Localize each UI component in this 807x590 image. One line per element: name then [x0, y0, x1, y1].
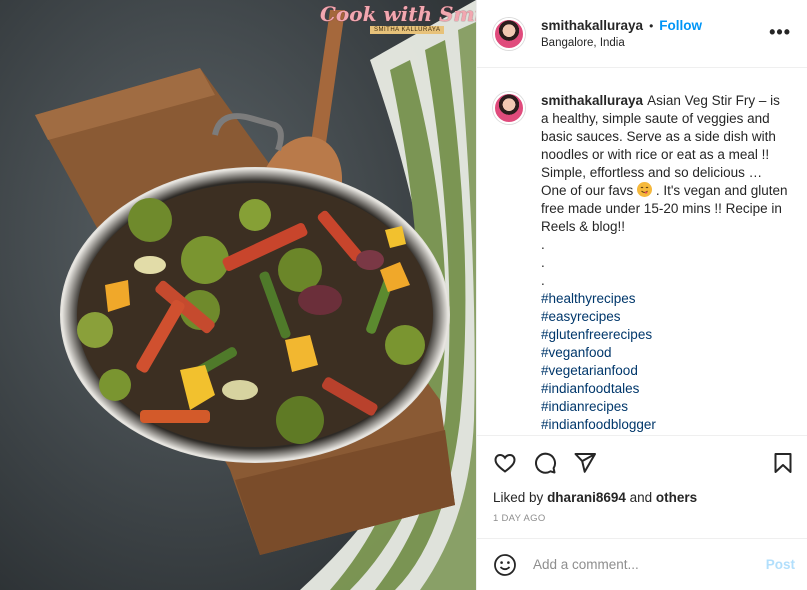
hashtag-list: #healthyrecipes #easyrecipes #glutenfreere…: [541, 290, 791, 435]
logo-subtitle: SMITHA KALLURAYA: [370, 26, 445, 34]
caption-body: smithakalluraya Asian Veg Stir Fry – is a…: [541, 92, 791, 435]
post-header: smithakalluraya • Follow Bangalore, Indi…: [477, 0, 807, 68]
liked-by-prefix: Liked by: [493, 490, 544, 505]
post-viewer: Cook with Smile SMITHA KALLURAYA smithak…: [0, 0, 807, 590]
logo-title: Cook with Smile: [320, 2, 476, 26]
caption: smithakalluraya Asian Veg Stir Fry – is a…: [493, 92, 791, 435]
and-label: and: [629, 490, 653, 505]
liked-by-user-link[interactable]: dharani8694: [547, 490, 626, 505]
caption-text-part2: . It's vegan and gluten free made under …: [541, 183, 788, 288]
post-comment-button[interactable]: Post: [766, 557, 795, 572]
username-link[interactable]: smithakalluraya: [541, 18, 643, 33]
comment-input[interactable]: [533, 557, 766, 572]
hashtag-link[interactable]: #indianrecipes: [541, 398, 791, 416]
bookmark-icon[interactable]: [771, 451, 795, 475]
hashtag-link[interactable]: #vegetarianfood: [541, 362, 791, 380]
post-sidebar: smithakalluraya • Follow Bangalore, Indi…: [476, 0, 807, 590]
caption-area: smithakalluraya Asian Veg Stir Fry – is a…: [477, 68, 807, 436]
smiley-icon[interactable]: [493, 553, 517, 577]
hashtag-link[interactable]: #indianfoodtales: [541, 380, 791, 398]
post-image[interactable]: Cook with Smile SMITHA KALLURAYA: [0, 0, 476, 590]
yum-emoji-icon: [637, 182, 653, 197]
avatar[interactable]: [493, 17, 525, 50]
caption-username[interactable]: smithakalluraya: [541, 93, 643, 108]
likes-line: Liked by dharani8694 and others: [477, 490, 807, 505]
hashtag-link[interactable]: #healthyrecipes: [541, 290, 791, 308]
separator-dot: •: [649, 18, 654, 33]
heart-icon[interactable]: [493, 451, 517, 475]
comment-box: Post: [477, 538, 807, 590]
header-text: smithakalluraya • Follow Bangalore, Indi…: [541, 18, 702, 49]
others-link[interactable]: others: [656, 490, 697, 505]
post-timestamp[interactable]: 1 DAY AGO: [477, 505, 807, 524]
follow-button[interactable]: Follow: [659, 18, 702, 33]
watermark-logo: Cook with Smile SMITHA KALLURAYA: [320, 2, 476, 36]
more-icon[interactable]: •••: [769, 22, 791, 43]
hashtag-link[interactable]: #veganfood: [541, 344, 791, 362]
hashtag-link[interactable]: #glutenfreerecipes: [541, 326, 791, 344]
hashtag-link[interactable]: #indianfoodblogger: [541, 416, 791, 434]
location-link[interactable]: Bangalore, India: [541, 37, 702, 49]
hashtag-link[interactable]: #easyrecipes: [541, 308, 791, 326]
food-photo-illustration: [0, 0, 476, 590]
share-icon[interactable]: [573, 451, 597, 475]
comment-icon[interactable]: [533, 451, 557, 475]
caption-avatar[interactable]: [493, 92, 525, 124]
action-bar: [477, 436, 807, 490]
